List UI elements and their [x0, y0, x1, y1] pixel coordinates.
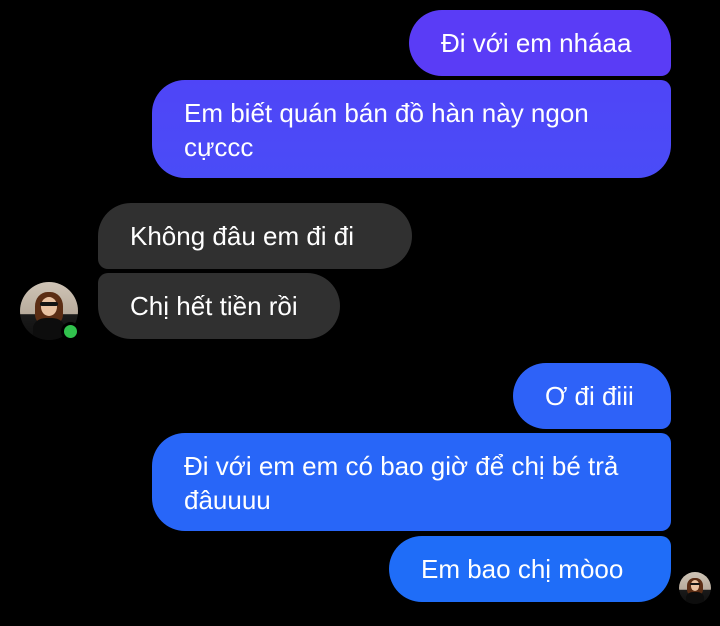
message-text: Chị hết tiền rồi [130, 291, 298, 321]
chat-thread: Đi với em nháaa Em biết quán bán đồ hàn … [0, 0, 720, 626]
message-bubble-outgoing[interactable]: Em bao chị mòoo [389, 536, 671, 602]
message-bubble-outgoing[interactable]: Em biết quán bán đồ hàn này ngon cựccc [152, 80, 671, 178]
online-status-icon [61, 322, 80, 341]
seen-avatar-icon [679, 572, 711, 604]
message-bubble-outgoing[interactable]: Ơ đi điii [513, 363, 671, 429]
message-text: Em bao chị mòoo [421, 554, 624, 584]
message-text: Em biết quán bán đồ hàn này ngon cựccc [184, 98, 589, 162]
message-bubble-incoming[interactable]: Chị hết tiền rồi [98, 273, 340, 339]
message-text: Đi với em nháaa [441, 28, 632, 58]
message-bubble-outgoing[interactable]: Đi với em em có bao giờ để chị bé trả đâ… [152, 433, 671, 531]
message-text: Không đâu em đi đi [130, 221, 355, 251]
message-bubble-outgoing[interactable]: Đi với em nháaa [409, 10, 671, 76]
message-text: Đi với em em có bao giờ để chị bé trả đâ… [184, 451, 619, 515]
message-text: Ơ đi điii [545, 381, 634, 411]
message-bubble-incoming[interactable]: Không đâu em đi đi [98, 203, 412, 269]
